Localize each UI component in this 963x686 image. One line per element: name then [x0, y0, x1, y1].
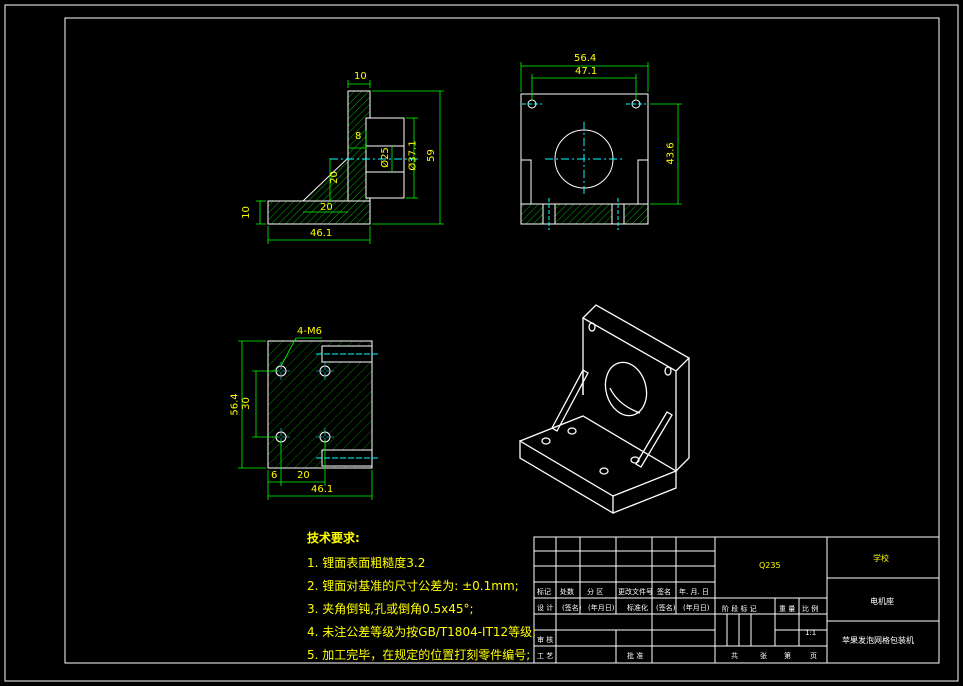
dim-top-hole-spacing-h: 20 [297, 470, 310, 481]
tb-sign: 签名 [657, 588, 671, 596]
tech-note-item: 2. 锂面对基准的尺寸公差为: ±0.1mm; [307, 579, 519, 593]
tech-note-item: 3. 夹角倒钝,孔或倒角0.5x45°; [307, 602, 474, 616]
tech-note-item: 4. 未注公差等级为按GB/T1804-IT12等级; [307, 625, 537, 639]
side-view [520, 62, 682, 230]
tb-process: 工 艺 [537, 652, 554, 660]
tb-change-doc: 更改文件号 [618, 588, 653, 596]
isometric-view [518, 304, 691, 515]
scale-value: 1:1 [805, 629, 817, 637]
dim-top-outer-height: 56.4 [229, 393, 241, 416]
dim-holes-spec: 4-M6 [297, 326, 322, 337]
technical-notes: 技术要求: 1. 锂面表面粗糙度3.2 2. 锂面对基准的尺寸公差为: ±0.1… [307, 529, 536, 669]
school-label: 学校 [873, 554, 889, 563]
dim-base-thickness: 10 [240, 206, 252, 219]
dim-rib-horizontal: 20 [320, 202, 333, 213]
dim-hole-spacing: 47.1 [575, 66, 598, 77]
dim-rib-vertical: 20 [328, 171, 340, 184]
tb-date2: (年月日) [588, 604, 615, 612]
tb-sign3: (签名) [656, 604, 676, 612]
dim-top-hole-spacing-v: 30 [240, 397, 252, 410]
tb-date: 年. 月. 日 [679, 588, 709, 596]
tb-page-no: 第 [784, 652, 791, 660]
dim-height: 59 [425, 149, 437, 162]
tb-total: 共 [731, 652, 738, 660]
tb-count: 处数 [560, 588, 574, 596]
tech-note-item: 5. 加工完毕，在规定的位置打刻零件编号; [307, 648, 531, 662]
tb-sign2: (签名) [562, 604, 582, 612]
tb-design: 设 计 [537, 604, 554, 612]
tb-standardize: 标准化 [627, 604, 648, 612]
tb-mark: 标记 [537, 588, 551, 596]
part-name: 电机座 [870, 597, 894, 606]
dim-outer-width: 56.4 [574, 53, 597, 64]
dim-base-length: 46.1 [310, 228, 333, 239]
tb-weight: 重 量 [779, 605, 796, 613]
dim-side-height: 43.6 [665, 142, 677, 165]
dim-top-width: 10 [354, 71, 367, 82]
tb-page: 页 [810, 652, 817, 660]
dim-small-width: 8 [355, 131, 362, 142]
tb-approve: 批 准 [627, 652, 644, 660]
tb-zone: 分 区 [587, 588, 604, 596]
dim-top-offset: 6 [271, 470, 278, 481]
project-name: 苹果发泡网格包装机 [842, 636, 914, 645]
dim-bore-dia: Ø25 [379, 147, 391, 168]
tb-date3: (年月日) [683, 604, 710, 612]
tb-ratio: 比 例 [802, 605, 819, 613]
tb-review: 审 核 [537, 636, 554, 644]
tb-sheets: 张 [760, 652, 767, 660]
tb-stage: 阶 段 标 记 [722, 605, 757, 613]
dim-boss-dia: Ø37.1 [407, 140, 419, 171]
tech-notes-title: 技术要求: [307, 531, 360, 545]
dim-top-length: 46.1 [311, 484, 334, 495]
material-label: Q235 [759, 561, 781, 570]
tech-note-item: 1. 锂面表面粗糙度3.2 [307, 556, 426, 570]
